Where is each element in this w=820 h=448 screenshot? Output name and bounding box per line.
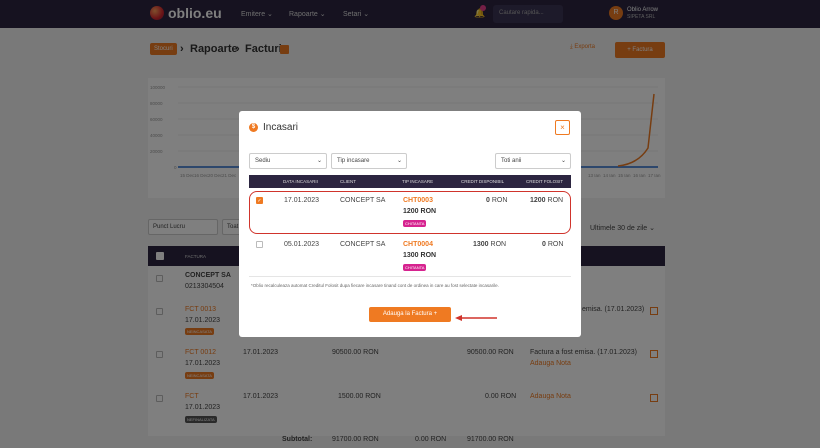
incasare-date: 17.01.2023 <box>284 197 320 204</box>
currency-label: RON <box>491 197 508 204</box>
incasare-client: CONCEPT SA <box>340 241 386 248</box>
tip-incasare-select[interactable]: Tip incasare ⌄ <box>331 153 407 169</box>
credit-folosit: 1200 RON <box>530 197 563 204</box>
chitanta-badge: CHITANTA <box>403 220 427 227</box>
incasare-date: 05.01.2023 <box>284 241 320 248</box>
incasare-doc-link[interactable]: CHT0003 <box>403 197 433 204</box>
col-credit-disponibil: CREDIT DISPONIBIL <box>461 179 505 184</box>
credit-disponibil: 0 RON <box>486 197 507 204</box>
incasari-modal: $ Incasari × Sediu ⌄ Tip incasare ⌄ Toti a… <box>239 111 581 337</box>
recalculation-note: *Oblio recalculeaza automat Creditul Fol… <box>251 283 499 288</box>
row-checkbox[interactable] <box>256 241 263 248</box>
currency-label: RON <box>547 241 564 248</box>
credit-disponibil-value: 1300 <box>473 241 489 248</box>
chevron-down-icon: ⌄ <box>316 158 322 164</box>
credit-folosit-value: 1200 <box>530 197 546 204</box>
pointer-arrow-icon <box>455 315 497 321</box>
ani-label: Toti anii <box>501 158 522 164</box>
dollar-icon: $ <box>249 123 258 132</box>
incasari-table-header: DATA INCASARII CLIENT TIP INCASARE CREDI… <box>249 175 571 188</box>
close-button[interactable]: × <box>555 120 570 135</box>
add-to-invoice-button[interactable]: Adauga la Factura + <box>369 307 451 322</box>
chevron-down-icon: ⌄ <box>560 158 566 164</box>
ani-select[interactable]: Toti anii ⌄ <box>495 153 571 169</box>
incasare-client: CONCEPT SA <box>340 197 386 204</box>
credit-disponibil: 1300 RON <box>473 241 506 248</box>
incasare-doc-link[interactable]: CHT0004 <box>403 241 433 248</box>
credit-folosit-value: 0 <box>542 241 546 248</box>
sediu-select[interactable]: Sediu ⌄ <box>249 153 327 169</box>
currency-label: RON <box>547 197 564 204</box>
chitanta-badge: CHITANTA <box>403 264 427 271</box>
chevron-down-icon: ⌄ <box>396 158 402 164</box>
incasare-doc-amount: 1300 RON <box>403 252 437 259</box>
col-tip: TIP INCASARE <box>402 179 434 184</box>
col-credit-folosit: CREDIT FOLOSIT <box>526 179 564 184</box>
row-checkbox-checked[interactable]: ✓ <box>256 197 263 204</box>
col-client: CLIENT <box>340 179 357 184</box>
credit-folosit: 0 RON <box>542 241 563 248</box>
col-data: DATA INCASARII <box>283 179 318 184</box>
currency-label: RON <box>490 241 507 248</box>
sediu-label: Sediu <box>255 158 271 164</box>
divider <box>249 276 571 277</box>
tip-incasare-label: Tip incasare <box>337 158 370 164</box>
modal-title: Incasari <box>263 122 299 133</box>
incasare-doc-amount: 1200 RON <box>403 208 437 215</box>
credit-disponibil-value: 0 <box>486 197 490 204</box>
